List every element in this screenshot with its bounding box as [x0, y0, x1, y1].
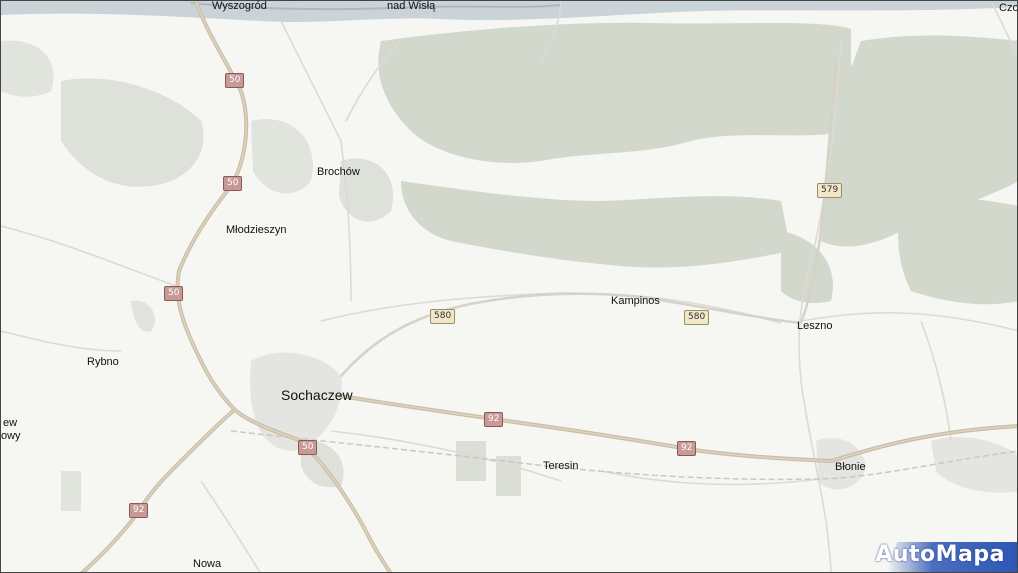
place-label-ew: ew: [3, 417, 18, 429]
automapa-logo: AutoMapa: [867, 538, 1017, 572]
place-label-nowa: Nowa: [193, 558, 222, 570]
road-shield-579: 579: [817, 183, 843, 198]
place-label-blonie: Błonie: [835, 461, 866, 473]
road-shield-580: 580: [684, 310, 710, 325]
place-label-brochow: Brochów: [317, 166, 360, 178]
map-base: [1, 1, 1017, 572]
place-label-czo: Czo: [999, 2, 1018, 14]
road-shield-92: 92: [484, 412, 504, 427]
place-label-nad-wisla: nad Wisłą: [387, 0, 436, 12]
urban-areas: [250, 352, 1017, 493]
place-label-wyszogrod: Wyszogród: [212, 0, 267, 12]
forest-areas: [1, 22, 1017, 511]
road-shield-50: 50: [164, 286, 184, 301]
road-shield-50: 50: [225, 73, 245, 88]
place-label-rybno: Rybno: [87, 356, 119, 368]
map-view[interactable]: Wyszogród nad Wisłą Czo Brochów Młodzies…: [0, 0, 1018, 573]
river-vistula: [1, 1, 1017, 23]
road-shield-50: 50: [223, 176, 243, 191]
road-shield-580: 580: [430, 309, 456, 324]
place-label-owy: owy: [1, 430, 21, 442]
place-label-teresin: Teresin: [543, 460, 579, 472]
road-shield-92: 92: [129, 503, 149, 518]
place-label-leszno: Leszno: [797, 320, 833, 332]
place-label-mlodzieszyn: Młodzieszyn: [226, 224, 287, 236]
road-shield-50: 50: [298, 440, 318, 455]
place-label-kampinos: Kampinos: [611, 295, 660, 307]
place-label-sochaczew: Sochaczew: [281, 387, 353, 403]
road-shield-92: 92: [677, 441, 697, 456]
